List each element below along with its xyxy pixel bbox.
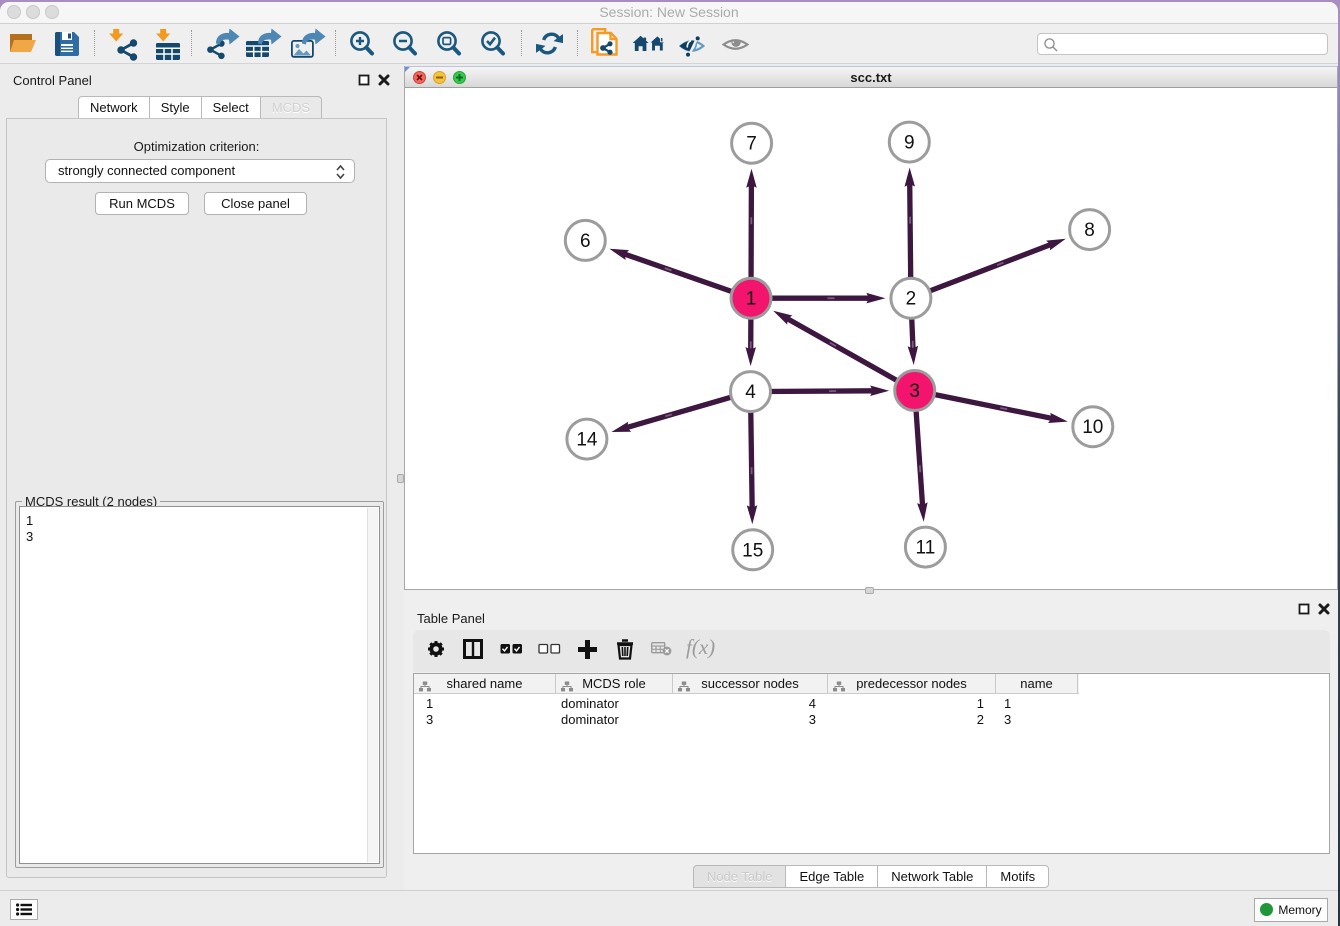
svg-text:1: 1 xyxy=(746,289,757,310)
svg-text:15: 15 xyxy=(742,540,763,561)
svg-text:11: 11 xyxy=(916,538,936,559)
svg-text:3: 3 xyxy=(909,381,920,402)
svg-text:9: 9 xyxy=(904,133,915,154)
svg-text:8: 8 xyxy=(1084,220,1095,241)
svg-text:14: 14 xyxy=(576,430,598,451)
svg-text:2: 2 xyxy=(906,289,917,310)
svg-text:10: 10 xyxy=(1082,417,1103,438)
svg-text:7: 7 xyxy=(746,134,757,155)
svg-text:4: 4 xyxy=(745,382,756,403)
svg-text:6: 6 xyxy=(580,231,591,252)
